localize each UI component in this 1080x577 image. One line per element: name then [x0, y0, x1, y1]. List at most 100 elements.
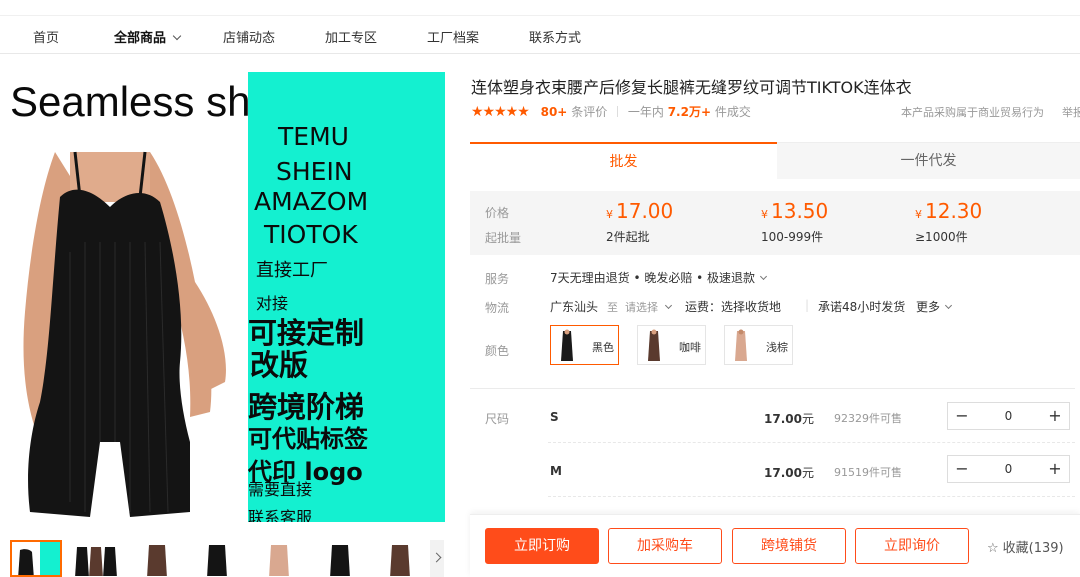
report-link[interactable]: 举报: [1062, 104, 1080, 120]
thumbnail[interactable]: [190, 540, 242, 577]
price-box: 价格 起批量 ¥17.00 2件起批 ¥13.50 100-999件 ¥12.3…: [470, 191, 1080, 255]
year-prefix: 一年内: [627, 105, 664, 119]
promo-line: 需要直接: [248, 480, 313, 499]
price-label: 价格: [485, 206, 510, 220]
favorite-button[interactable]: ☆ 收藏(139): [987, 537, 1064, 556]
top-strip: [0, 0, 1080, 16]
favorite-label: 收藏(139): [1002, 541, 1064, 556]
decrease-button[interactable]: −: [948, 456, 976, 482]
color-option-light-brown[interactable]: 浅棕: [724, 325, 793, 365]
divider: [617, 106, 619, 117]
promo-line: 联系客服: [248, 508, 313, 522]
service-text: 7天无理由退货 • 晚发必赔 • 极速退款: [550, 271, 756, 285]
tab-wholesale[interactable]: 批发: [470, 142, 777, 179]
promo-line: TIOTOK: [264, 220, 358, 249]
rating-stars-icon: ★★★★★: [471, 104, 530, 120]
color-name: 浅棕: [766, 341, 788, 354]
sold-count: 7.2万+: [667, 105, 712, 119]
price-tier: ¥13.50 100-999件: [761, 199, 911, 244]
thumbnail[interactable]: [373, 540, 425, 577]
logistics-label: 物流: [485, 301, 510, 315]
buy-now-button[interactable]: 立即订购: [485, 528, 599, 564]
tab-dropship[interactable]: 一件代发: [777, 142, 1080, 179]
hero-photo: Seamless sh: [0, 72, 251, 522]
promo-line: SHEIN: [276, 157, 353, 186]
price-tier: ¥12.30 ≥1000件: [915, 199, 1065, 244]
size-stock: 92329件可售: [834, 412, 902, 425]
trade-note: 本产品采购属于商业贸易行为: [901, 106, 1044, 119]
nav-processing[interactable]: 加工专区: [325, 27, 377, 46]
add-to-cart-button[interactable]: 加采购车: [608, 528, 722, 564]
size-price-unit: 元: [801, 466, 814, 480]
tier-price: 17.00: [616, 199, 674, 223]
price-tier: ¥17.00 2件起批: [606, 199, 756, 244]
currency-symbol: ¥: [761, 208, 768, 221]
service-value[interactable]: 7天无理由退货 • 晚发必赔 • 极速退款: [550, 269, 768, 286]
promo-panel: TEMU SHEIN AMAZOM TIOTOK 直接工厂 对接 可接定制 改版…: [248, 72, 445, 522]
nav-store-news[interactable]: 店铺动态: [223, 27, 275, 46]
size-price: 17.00元: [764, 464, 814, 481]
tier-moq: 100-999件: [761, 230, 824, 244]
chevron-down-icon: [664, 301, 673, 310]
review-label[interactable]: 条评价: [571, 105, 607, 119]
thumbnail[interactable]: [313, 540, 365, 577]
size-name: M: [550, 464, 562, 478]
review-count[interactable]: 80+: [541, 105, 568, 119]
product-title: 连体塑身衣束腰产后修复长腿裤无缝罗纹可调节TIKTOK连体衣: [471, 78, 912, 97]
quantity-input[interactable]: [982, 403, 1035, 429]
color-option-coffee[interactable]: 咖啡: [637, 325, 706, 365]
chevron-down-icon: [172, 31, 182, 41]
nav-all-products-label: 全部商品: [114, 31, 167, 46]
size-stock: 91519件可售: [834, 466, 902, 479]
thumbnail[interactable]: [70, 540, 122, 577]
promo-line: 可代贴标签: [248, 425, 368, 453]
currency-symbol: ¥: [606, 208, 613, 221]
tier-moq: ≥1000件: [915, 230, 968, 244]
size-label: 尺码: [485, 412, 510, 426]
color-name: 黑色: [592, 341, 614, 354]
increase-button[interactable]: +: [1041, 456, 1069, 482]
destination-placeholder: 请选择: [625, 301, 658, 314]
divider: [548, 442, 1075, 443]
size-price-value: 17.00: [764, 412, 802, 426]
divider: [548, 496, 1075, 497]
action-bar: 立即订购 加采购车 跨境铺货 立即询价 ☆ 收藏(139): [470, 514, 1080, 577]
hero-headline: Seamless sh: [10, 78, 251, 125]
promo-line: 直接工厂: [256, 260, 328, 281]
tier-moq: 2件起批: [606, 230, 650, 244]
thumbnail[interactable]: [252, 540, 304, 577]
nav-contact[interactable]: 联系方式: [529, 27, 581, 46]
thumbnail[interactable]: [130, 540, 182, 577]
quantity-stepper: − +: [947, 455, 1070, 483]
cross-border-button[interactable]: 跨境铺货: [732, 528, 846, 564]
purchase-mode-tabs: 批发 一件代发: [470, 142, 1080, 179]
shipping-fee: 运费：选择收货地: [685, 300, 782, 314]
quantity-stepper: − +: [947, 402, 1070, 430]
sold-suffix: 件成交: [714, 105, 751, 119]
currency-symbol: ¥: [915, 208, 922, 221]
inquiry-button[interactable]: 立即询价: [855, 528, 969, 564]
nav-factory-profile[interactable]: 工厂档案: [427, 27, 479, 46]
size-price-value: 17.00: [764, 466, 802, 480]
decrease-button[interactable]: −: [948, 403, 976, 429]
swatch-image: [648, 329, 660, 361]
logistics-more[interactable]: 更多: [916, 298, 953, 315]
nav-home[interactable]: 首页: [33, 27, 59, 46]
size-name: S: [550, 410, 559, 424]
star-outline-icon: ☆: [987, 541, 999, 556]
promo-line: 改版: [250, 348, 309, 382]
size-price: 17.00元: [764, 410, 814, 427]
quantity-input[interactable]: [982, 456, 1035, 482]
ship-promise: 承诺48小时发货: [818, 300, 906, 314]
main-product-image[interactable]: Seamless sh TEMU SHEIN AMAZOM TIOTOK 直接工…: [0, 72, 445, 522]
moq-label: 起批量: [485, 231, 522, 245]
logistics-origin: 广东汕头: [550, 300, 599, 314]
increase-button[interactable]: +: [1041, 403, 1069, 429]
size-row: M 17.00元 91519件可售 − +: [470, 445, 1080, 495]
color-name: 咖啡: [679, 341, 701, 354]
color-option-black[interactable]: 黑色: [550, 325, 619, 365]
nav-all-products[interactable]: 全部商品: [114, 27, 182, 46]
chevron-right-icon[interactable]: [430, 540, 444, 577]
destination-select[interactable]: 请选择: [625, 299, 673, 315]
thumbnail[interactable]: [10, 540, 62, 577]
